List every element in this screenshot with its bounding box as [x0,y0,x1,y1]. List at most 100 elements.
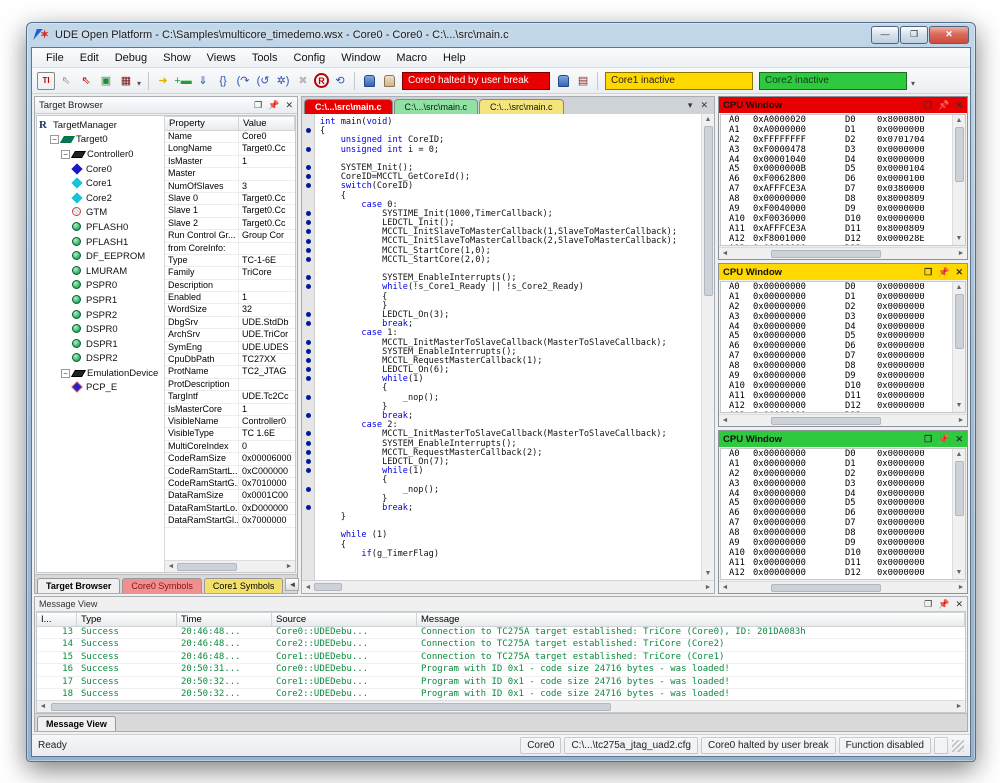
gutter-line[interactable] [302,503,314,512]
maximize-panel-icon[interactable]: ❐ [924,435,932,444]
tab-target-browser[interactable]: Target Browser [37,578,120,593]
tree-item-gtm[interactable]: GTM [37,206,164,221]
property-row[interactable]: WordSize32 [165,304,295,316]
maximize-panel-icon[interactable]: ❐ [254,101,262,110]
minimize-button[interactable]: — [871,26,899,44]
editor-tab-0[interactable]: C:\...\src\main.c [304,99,393,114]
message-row[interactable]: 14Success20:46:48...Core2::UDEDebu...Con… [37,639,965,651]
gutter-line[interactable] [302,135,314,144]
gutter-line[interactable] [302,319,314,328]
gutter-line[interactable] [302,218,314,227]
tree-item-controller0[interactable]: −Controller0 [37,147,164,162]
property-row[interactable]: Enabled1 [165,292,295,304]
cursor-disabled-icon[interactable]: ⇖ [57,72,75,90]
pin-panel-icon[interactable]: 📌 [938,435,949,444]
scroll-down-icon[interactable]: ▼ [956,400,963,412]
scroll-left-icon[interactable]: ◄ [719,584,731,591]
scroll-thumb[interactable] [771,584,881,592]
set-pc-icon[interactable]: +▬ [174,72,192,90]
gutter-line[interactable] [302,209,314,218]
gutter-line[interactable] [302,236,314,245]
cursor-breakpoint-icon[interactable]: ⇖ [77,72,95,90]
gutter-line[interactable] [302,163,314,172]
cpu-hscrollbar[interactable]: ◄► [719,581,967,593]
halt-hand-icon[interactable] [380,72,398,90]
gutter-line[interactable] [302,549,314,558]
pin-panel-icon[interactable]: 📌 [938,268,949,277]
maximize-panel-icon[interactable]: ❐ [924,268,932,277]
cpu-window-titlebar[interactable]: CPU Window❐📌✕ [719,431,967,447]
tree-item-pcp_e[interactable]: PCP_E [37,381,164,396]
gutter-line[interactable] [302,420,314,429]
menu-edit[interactable]: Edit [72,50,107,66]
property-column-header[interactable]: Property [165,116,239,131]
gutter-line[interactable] [302,383,314,392]
cpu-hscrollbar[interactable]: ◄► [719,414,967,426]
gutter-line[interactable] [302,402,314,411]
tree-item-target0[interactable]: −Target0 [37,133,164,148]
property-hscrollbar[interactable]: ◄ ► [165,560,295,572]
gutter-line[interactable] [302,411,314,420]
run-icon[interactable]: ➜ [154,72,172,90]
property-row[interactable]: ProtDescription [165,379,295,391]
close-panel-icon[interactable]: ✕ [955,600,963,609]
property-row[interactable]: ArchSrvUDE.TriCor [165,329,295,341]
tree-item-dspr0[interactable]: DSPR0 [37,322,164,337]
property-row[interactable]: TypeTC-1-6E [165,255,295,267]
property-row[interactable]: ProtNameTC2_JTAG [165,366,295,378]
gutter-line[interactable] [302,154,314,163]
gutter-line[interactable] [302,393,314,402]
menu-tools[interactable]: Tools [244,50,286,66]
editor-tab-2[interactable]: C:\...\src\main.c [479,99,564,114]
property-row[interactable]: MultiCoreIndex0 [165,441,295,453]
message-row[interactable]: 17Success20:50:32...Core1::UDEDebu...Pro… [37,677,965,689]
gutter-line[interactable] [302,227,314,236]
property-row[interactable]: DataRamStartLo...0xD000000 [165,503,295,515]
cpu-hscrollbar[interactable]: ◄► [719,247,967,259]
ti-target-window-icon[interactable]: TI [37,72,55,90]
gutter-line[interactable] [302,264,314,273]
resize-grip[interactable] [952,740,964,752]
close-document-icon[interactable]: ▦ [117,72,135,90]
scroll-right-icon[interactable]: ► [955,584,967,591]
gutter-line[interactable] [302,301,314,310]
menu-views[interactable]: Views [199,50,244,66]
menu-show[interactable]: Show [155,50,199,66]
gutter-line[interactable] [302,475,314,484]
scroll-right-icon[interactable]: ► [955,417,967,424]
gutter-line[interactable] [302,145,314,154]
gutter-line[interactable] [302,365,314,374]
scroll-thumb[interactable] [955,461,964,516]
tree-item-core0[interactable]: Core0 [37,162,164,177]
scroll-thumb[interactable] [955,294,964,349]
close-panel-icon[interactable]: ✕ [955,268,963,277]
message-column-header[interactable]: Type [77,612,177,627]
property-row[interactable]: VisibleNameController0 [165,416,295,428]
cpu-vscrollbar[interactable]: ▲▼ [952,449,965,579]
property-row[interactable]: Slave 0Target0.Cc [165,193,295,205]
tree-item-lmuram[interactable]: LMURAM [37,264,164,279]
property-row[interactable]: IsMaster1 [165,156,295,168]
message-column-header[interactable]: Source [272,612,417,627]
gutter-line[interactable] [302,540,314,549]
tree-item-dspr1[interactable]: DSPR1 [37,337,164,352]
gutter-line[interactable] [302,530,314,539]
scroll-left-icon[interactable]: ◄ [719,250,731,257]
scroll-down-icon[interactable]: ▼ [956,567,963,579]
menu-window[interactable]: Window [333,50,388,66]
menu-file[interactable]: File [38,50,72,66]
gutter-line[interactable] [302,181,314,190]
cpu-vscrollbar[interactable]: ▲▼ [952,115,965,245]
tree-expander-icon[interactable]: − [61,150,70,159]
tree-item-pspr1[interactable]: PSPR1 [37,293,164,308]
message-row[interactable]: 13Success20:46:48...Core0::UDEDebu...Con… [37,627,965,639]
property-row[interactable]: Slave 1Target0.Cc [165,205,295,217]
maximize-panel-icon[interactable]: ❐ [924,600,932,609]
gutter-line[interactable] [302,273,314,282]
scroll-left-icon[interactable]: ◄ [719,417,731,424]
gutter-line[interactable] [302,191,314,200]
gutter-line[interactable] [302,292,314,301]
message-hscrollbar[interactable]: ◄ ► [37,700,965,712]
close-panel-icon[interactable]: ✕ [955,435,963,444]
toolbar-overflow-chevron[interactable]: ▾ [137,79,141,88]
